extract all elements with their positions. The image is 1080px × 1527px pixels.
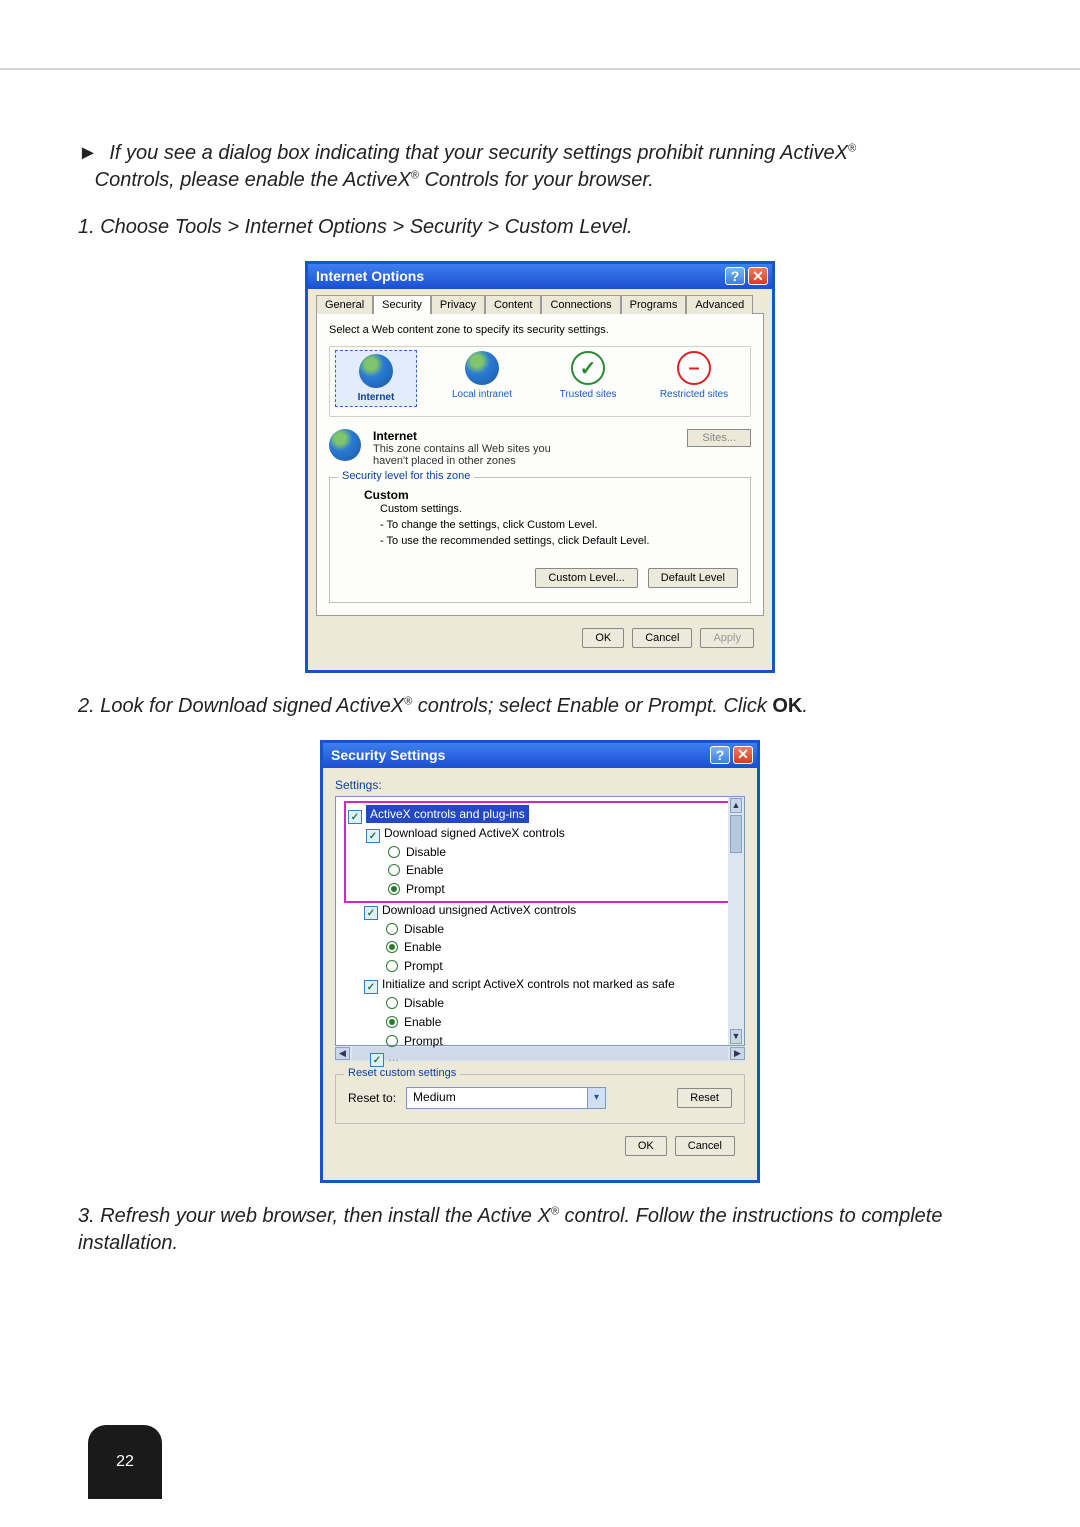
note-text-2: Controls, please enable the ActiveX xyxy=(95,169,411,191)
cancel-button[interactable]: Cancel xyxy=(632,628,692,648)
cutoff-item: ✓… xyxy=(370,1050,740,1067)
scroll-thumb[interactable] xyxy=(730,815,742,853)
reset-to-label: Reset to: xyxy=(348,1091,396,1105)
custom-line-3: - To use the recommended settings, click… xyxy=(380,534,738,550)
default-level-button[interactable]: Default Level xyxy=(648,568,738,588)
tab-strip: General Security Privacy Content Connect… xyxy=(316,295,764,314)
setting-download-unsigned: Download unsigned ActiveX controls xyxy=(382,903,576,917)
security-level-group-label: Security level for this zone xyxy=(338,470,474,482)
component-icon: ✓ xyxy=(364,906,378,920)
component-icon: ✓ xyxy=(370,1053,384,1067)
step-1-text: 1. Choose Tools > Internet Options > Sec… xyxy=(78,214,1002,241)
radio-disable[interactable] xyxy=(388,846,400,858)
zone-label: Local intranet xyxy=(452,389,512,400)
setting-download-signed: Download signed ActiveX controls xyxy=(384,826,565,840)
chevron-down-icon[interactable]: ▾ xyxy=(587,1088,605,1108)
ok-button[interactable]: OK xyxy=(625,1136,667,1156)
triangle-icon: ► xyxy=(78,142,104,164)
step-2-text: 2. Look for Download signed ActiveX® con… xyxy=(78,693,1002,720)
zone-local-intranet[interactable]: Local intranet xyxy=(442,351,522,406)
globe-icon xyxy=(329,429,361,461)
note-text-1: If you see a dialog box indicating that … xyxy=(109,142,848,164)
reset-button[interactable]: Reset xyxy=(677,1088,732,1108)
custom-header: Custom xyxy=(364,488,738,502)
group-title: ActiveX controls and plug-ins xyxy=(366,805,529,824)
group-activex-plugins: ✓ ActiveX controls and plug-ins ✓ Download… xyxy=(346,803,740,901)
dialog-title: Internet Options xyxy=(316,268,424,284)
radio-prompt[interactable] xyxy=(386,1035,398,1047)
zone-restricted-sites[interactable]: – Restricted sites xyxy=(654,351,734,406)
sites-button[interactable]: Sites... xyxy=(687,429,751,447)
check-icon: ✓ xyxy=(571,351,605,385)
zone-select-desc: Select a Web content zone to specify its… xyxy=(329,324,751,336)
radio-prompt[interactable] xyxy=(388,883,400,895)
tab-security[interactable]: Security xyxy=(373,295,431,314)
step-3-text: 3. Refresh your web browser, then instal… xyxy=(78,1203,1002,1257)
internet-options-dialog: Internet Options ? ✕ General Security Pr… xyxy=(305,261,775,673)
close-icon[interactable]: ✕ xyxy=(748,267,768,285)
security-settings-dialog: Security Settings ? ✕ Settings: ▲ ▼ xyxy=(320,740,760,1183)
note-text-3: Controls for your browser. xyxy=(419,169,654,191)
custom-line-2: - To change the settings, click Custom L… xyxy=(380,518,738,534)
help-icon[interactable]: ? xyxy=(710,746,730,764)
zone-label: Internet xyxy=(358,392,395,403)
current-zone-desc-1: This zone contains all Web sites you xyxy=(373,443,675,455)
vertical-scrollbar[interactable]: ▲ ▼ xyxy=(728,797,744,1045)
custom-level-button[interactable]: Custom Level... xyxy=(535,568,637,588)
zone-label: Trusted sites xyxy=(560,389,617,400)
scroll-down-icon[interactable]: ▼ xyxy=(730,1029,742,1044)
cancel-button[interactable]: Cancel xyxy=(675,1136,735,1156)
radio-disable[interactable] xyxy=(386,997,398,1009)
zone-trusted-sites[interactable]: ✓ Trusted sites xyxy=(548,351,628,406)
ok-word: OK xyxy=(772,695,802,717)
zone-label: Restricted sites xyxy=(660,389,728,400)
tab-connections[interactable]: Connections xyxy=(541,295,620,314)
settings-tree[interactable]: ▲ ▼ ✓ ActiveX controls and plug-ins ✓ Down… xyxy=(335,796,745,1046)
tab-advanced[interactable]: Advanced xyxy=(686,295,753,314)
component-icon: ✓ xyxy=(348,810,362,824)
tab-content[interactable]: Content xyxy=(485,295,542,314)
component-icon: ✓ xyxy=(366,829,380,843)
globe-icon xyxy=(359,354,393,388)
tab-general[interactable]: General xyxy=(316,295,373,314)
reset-to-combo[interactable]: Medium ▾ xyxy=(406,1087,606,1109)
dialog-title: Security Settings xyxy=(331,747,445,763)
zone-internet[interactable]: Internet xyxy=(336,351,416,406)
minus-icon: – xyxy=(677,351,711,385)
scroll-up-icon[interactable]: ▲ xyxy=(730,798,742,813)
radio-disable[interactable] xyxy=(386,923,398,935)
apply-button[interactable]: Apply xyxy=(700,628,754,648)
current-zone-name: Internet xyxy=(373,429,675,443)
combo-value: Medium xyxy=(407,1088,587,1108)
globe-icon xyxy=(465,351,499,385)
radio-prompt[interactable] xyxy=(386,960,398,972)
reset-group-label: Reset custom settings xyxy=(344,1067,460,1079)
ok-button[interactable]: OK xyxy=(582,628,624,648)
component-icon: ✓ xyxy=(364,980,378,994)
settings-label: Settings: xyxy=(335,778,745,792)
page-number: 22 xyxy=(88,1425,162,1499)
close-icon[interactable]: ✕ xyxy=(733,746,753,764)
instruction-note: ► If you see a dialog box indicating tha… xyxy=(78,140,1002,194)
tab-programs[interactable]: Programs xyxy=(621,295,687,314)
radio-enable[interactable] xyxy=(386,1016,398,1028)
titlebar: Internet Options ? ✕ xyxy=(308,264,772,289)
current-zone-desc-2: haven't placed in other zones xyxy=(373,455,675,467)
radio-enable[interactable] xyxy=(388,864,400,876)
custom-line-1: Custom settings. xyxy=(380,502,738,518)
setting-init-script: Initialize and script ActiveX controls n… xyxy=(382,977,675,991)
help-icon[interactable]: ? xyxy=(725,267,745,285)
titlebar: Security Settings ? ✕ xyxy=(323,743,757,768)
tab-privacy[interactable]: Privacy xyxy=(431,295,485,314)
radio-enable[interactable] xyxy=(386,941,398,953)
